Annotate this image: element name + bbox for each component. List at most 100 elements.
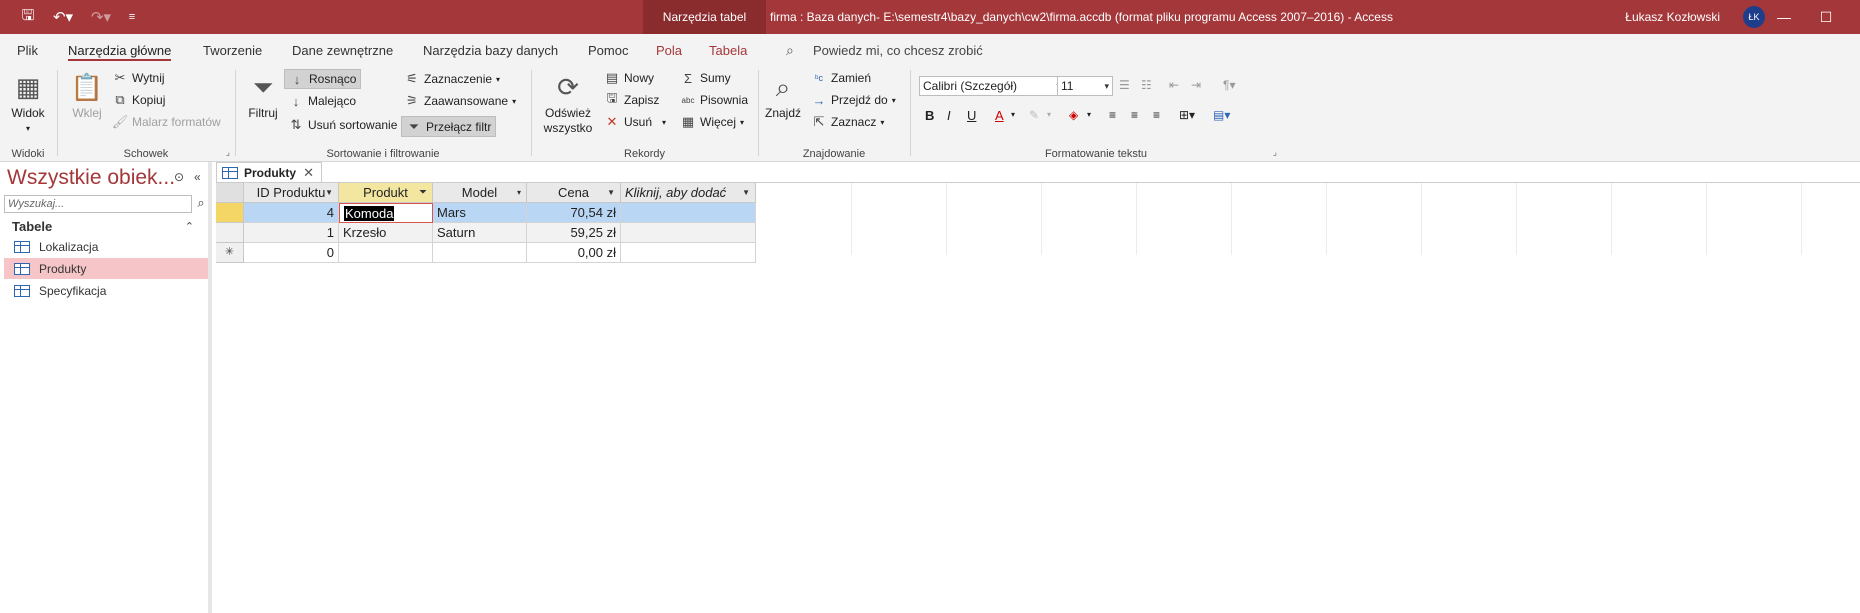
collapse-pane-icon[interactable]: « bbox=[194, 170, 201, 184]
chevron-down-icon[interactable]: ▾ bbox=[1047, 110, 1051, 119]
column-header-id[interactable]: ID Produktu ▼ bbox=[244, 183, 339, 203]
highlight-icon[interactable]: ✎ bbox=[1029, 108, 1039, 122]
replace-button[interactable]: ᵇc Zamień bbox=[811, 70, 871, 86]
tab-narzedzia-glowne[interactable]: Narzędzia główne bbox=[68, 34, 172, 66]
totals-button[interactable]: Σ Sumy bbox=[680, 70, 731, 86]
cell-add[interactable] bbox=[621, 243, 756, 263]
chevron-down-icon[interactable]: ▾ bbox=[1011, 110, 1015, 119]
cell-produkt[interactable]: Krzesło bbox=[339, 223, 433, 243]
search-icon[interactable]: ⌕ bbox=[193, 195, 209, 213]
cell-model[interactable] bbox=[433, 243, 527, 263]
nav-title[interactable]: Wszystkie obiek... bbox=[7, 166, 175, 190]
toggle-filter-button[interactable]: ⏷ Przełącz filtr bbox=[401, 116, 497, 137]
cell-cena[interactable]: 70,54 zł bbox=[527, 203, 621, 223]
nav-item-lokalizacja[interactable]: Lokalizacja bbox=[4, 236, 208, 257]
bold-icon[interactable]: B bbox=[925, 108, 934, 123]
decrease-indent-icon[interactable]: ⇤ bbox=[1169, 78, 1179, 92]
paste-button[interactable]: 📋 Wklej bbox=[68, 70, 106, 121]
gridlines-icon[interactable]: ⊞▾ bbox=[1179, 108, 1195, 122]
cell-add[interactable] bbox=[621, 223, 756, 243]
increase-indent-icon[interactable]: ⇥ bbox=[1191, 78, 1201, 92]
bullets-icon[interactable]: ☰ bbox=[1119, 78, 1130, 92]
sort-icon[interactable]: ▾ bbox=[517, 188, 521, 197]
spelling-button[interactable]: abc Pisownia bbox=[680, 92, 748, 108]
row-selector[interactable] bbox=[216, 203, 244, 223]
sort-ascending-button[interactable]: ↓ Rosnąco bbox=[284, 69, 362, 89]
redo-icon[interactable]: ↷▾ bbox=[86, 0, 116, 34]
chevron-down-icon[interactable]: ▼ bbox=[742, 188, 750, 197]
format-painter-button[interactable]: 🖌 Malarz formatów bbox=[112, 114, 221, 130]
customize-qat-icon[interactable]: ≡ bbox=[124, 0, 140, 34]
goto-button[interactable]: → Przejdź do ▾ bbox=[811, 92, 896, 108]
cell-id[interactable]: 4 bbox=[244, 203, 339, 223]
nav-item-produkty[interactable]: Produkty bbox=[4, 258, 208, 279]
save-record-button[interactable]: 🖫 Zapisz bbox=[604, 90, 659, 108]
numbering-icon[interactable]: ☷ bbox=[1141, 78, 1152, 92]
cell-model[interactable]: Mars bbox=[433, 203, 527, 223]
cell-id[interactable]: 0 bbox=[244, 243, 339, 263]
nav-item-specyfikacja[interactable]: Specyfikacja bbox=[4, 280, 208, 301]
avatar[interactable]: ŁK bbox=[1743, 6, 1765, 28]
close-icon[interactable]: ✕ bbox=[303, 165, 314, 181]
maximize-icon[interactable]: ☐ bbox=[1806, 0, 1846, 34]
tab-dane-zewnetrzne[interactable]: Dane zewnętrzne bbox=[292, 34, 393, 66]
cell-add[interactable] bbox=[621, 203, 756, 223]
alternate-row-color-icon[interactable]: ▤▾ bbox=[1213, 108, 1230, 122]
new-record-button[interactable]: ▤ Nowy bbox=[604, 70, 654, 86]
nav-section-tables[interactable]: Tabele bbox=[12, 219, 52, 234]
paragraph-direction-icon[interactable]: ¶▾ bbox=[1223, 78, 1235, 92]
tab-pola[interactable]: Pola bbox=[656, 34, 682, 66]
collapse-section-icon[interactable]: ⌃ bbox=[185, 220, 194, 233]
select-all-corner[interactable] bbox=[216, 183, 244, 203]
refresh-all-button[interactable]: ⟳ Odśwież wszystko bbox=[538, 70, 598, 136]
cut-button[interactable]: ✂ Wytnij bbox=[112, 70, 165, 86]
advanced-button[interactable]: ⚞ Zaawansowane ▾ bbox=[404, 93, 516, 109]
cell-produkt[interactable] bbox=[339, 243, 433, 263]
italic-icon[interactable]: I bbox=[947, 108, 951, 123]
more-button[interactable]: ▦ Więcej ▾ bbox=[680, 114, 744, 130]
cell-cena[interactable]: 59,25 zł bbox=[527, 223, 621, 243]
undo-icon[interactable]: ↶▾ bbox=[48, 0, 78, 34]
user-name[interactable]: Łukasz Kozłowski bbox=[1625, 0, 1720, 34]
column-header-produkt[interactable]: Produkt ⏷ bbox=[339, 183, 433, 203]
column-header-model[interactable]: Model ▾ bbox=[433, 183, 527, 203]
save-icon[interactable]: 🖫 bbox=[16, 0, 40, 34]
view-button[interactable]: ▦ Widok ▾ bbox=[8, 70, 48, 136]
tell-me-input[interactable]: Powiedz mi, co chcesz zrobić bbox=[813, 34, 983, 66]
tab-narzedzia-bazy-danych[interactable]: Narzędzia bazy danych bbox=[423, 34, 558, 66]
row-selector[interactable] bbox=[216, 223, 244, 243]
underline-icon[interactable]: U bbox=[967, 108, 976, 123]
chevron-down-icon[interactable]: ▼ bbox=[325, 188, 333, 197]
filter-applied-icon[interactable]: ⏷ bbox=[419, 187, 427, 198]
dialog-launcher-icon[interactable]: ⌟ bbox=[1273, 147, 1277, 158]
column-header-add[interactable]: Kliknij, aby dodać ▼ bbox=[621, 183, 756, 203]
chevron-down-icon[interactable]: ▾ bbox=[1087, 110, 1091, 119]
align-right-icon[interactable]: ≡ bbox=[1153, 108, 1160, 122]
nav-search-input[interactable]: Wyszukaj... bbox=[4, 195, 192, 213]
align-left-icon[interactable]: ≡ bbox=[1109, 108, 1116, 122]
tab-tabela[interactable]: Tabela bbox=[709, 34, 747, 66]
cell-model[interactable]: Saturn bbox=[433, 223, 527, 243]
tab-plik[interactable]: Plik bbox=[17, 34, 38, 66]
cell-produkt-editing[interactable]: Komoda bbox=[339, 203, 433, 223]
document-tab-produkty[interactable]: Produkty ✕ bbox=[216, 162, 322, 182]
filter-button[interactable]: ⏷ Filtruj bbox=[246, 70, 280, 121]
find-button[interactable]: ⌕ Znajdź bbox=[765, 70, 801, 121]
minimize-icon[interactable]: — bbox=[1764, 0, 1804, 34]
tab-pomoc[interactable]: Pomoc bbox=[588, 34, 628, 66]
selection-button[interactable]: ⚟ Zaznaczenie ▾ bbox=[404, 71, 500, 87]
cell-cena[interactable]: 0,00 zł bbox=[527, 243, 621, 263]
font-color-icon[interactable]: A bbox=[995, 108, 1004, 123]
remove-sort-button[interactable]: ⇅ Usuń sortowanie bbox=[288, 117, 398, 133]
new-record-asterisk-icon[interactable]: ✳ bbox=[216, 243, 244, 263]
cell-id[interactable]: 1 bbox=[244, 223, 339, 243]
copy-button[interactable]: ⧉ Kopiuj bbox=[112, 92, 165, 108]
chevron-down-icon[interactable]: ▼ bbox=[607, 188, 615, 197]
sort-descending-button[interactable]: ↓ Malejąco bbox=[288, 93, 356, 109]
delete-button[interactable]: ✕ Usuń ▾ bbox=[604, 114, 666, 130]
fill-color-icon[interactable]: ◈ bbox=[1069, 108, 1078, 122]
dialog-launcher-icon[interactable]: ⌟ bbox=[226, 147, 230, 158]
select-button[interactable]: ⇱ Zaznacz ▾ bbox=[811, 114, 885, 130]
column-header-cena[interactable]: Cena ▼ bbox=[527, 183, 621, 203]
align-center-icon[interactable]: ≡ bbox=[1131, 108, 1138, 122]
